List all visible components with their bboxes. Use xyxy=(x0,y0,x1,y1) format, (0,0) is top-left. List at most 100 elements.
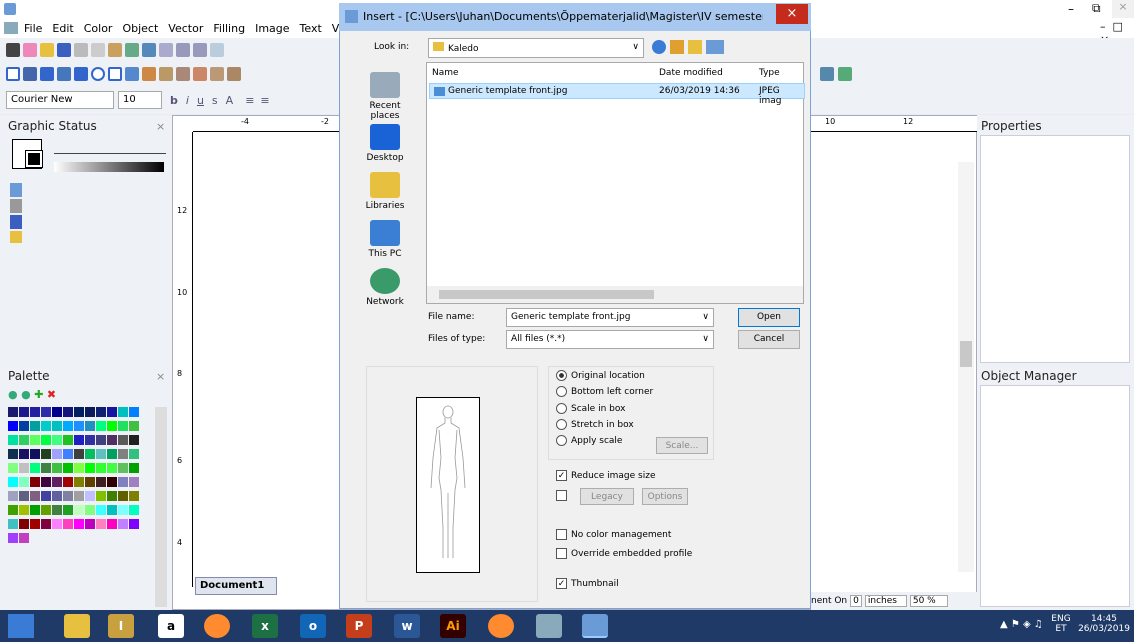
palette-swatch[interactable] xyxy=(129,491,139,501)
menu-edit[interactable]: Edit xyxy=(52,22,73,35)
dialog-close-icon[interactable]: × xyxy=(776,4,808,24)
palette-swatch[interactable] xyxy=(107,491,117,501)
palette-swatch[interactable] xyxy=(74,491,84,501)
palette-swatch[interactable] xyxy=(63,519,73,529)
new-folder-icon[interactable] xyxy=(688,40,702,54)
palette-swatch[interactable] xyxy=(85,435,95,445)
horizontal-scrollbar[interactable] xyxy=(427,286,803,303)
palette-swatch[interactable] xyxy=(85,463,95,473)
restore-icon[interactable]: ⧉ xyxy=(1092,1,1101,16)
palette-swatch[interactable] xyxy=(85,477,95,487)
palette-swatch[interactable] xyxy=(19,407,29,417)
palette-swatch[interactable] xyxy=(8,463,18,473)
cut-icon[interactable] xyxy=(74,43,88,57)
powerpoint-icon[interactable]: P xyxy=(346,614,372,638)
menu-text[interactable]: Text xyxy=(300,22,322,35)
palette-swatch[interactable] xyxy=(30,519,40,529)
palette-swatch[interactable] xyxy=(129,435,139,445)
brush-tool-icon[interactable] xyxy=(176,67,190,81)
palette-swatch[interactable] xyxy=(41,463,51,473)
col-name[interactable]: Name xyxy=(432,68,459,78)
stretch-in-box-radio[interactable]: Stretch in box xyxy=(556,419,634,430)
palette-swatch[interactable] xyxy=(74,449,84,459)
palette-swatch[interactable] xyxy=(129,505,139,515)
status-value[interactable]: 0 xyxy=(850,595,862,607)
palette-swatch[interactable] xyxy=(107,421,117,431)
palette-swatch[interactable] xyxy=(41,491,51,501)
palette-swatch[interactable] xyxy=(63,435,73,445)
palette-swatch[interactable] xyxy=(85,421,95,431)
bottom-left-radio[interactable]: Bottom left corner xyxy=(556,386,653,397)
palette-swatch[interactable] xyxy=(96,435,106,445)
vertical-scrollbar[interactable] xyxy=(958,162,974,572)
palette-swatch[interactable] xyxy=(52,463,62,473)
palette-swatch[interactable] xyxy=(96,519,106,529)
palette-swatch[interactable] xyxy=(30,491,40,501)
image-tool-icon[interactable] xyxy=(820,67,834,81)
palette-swatch[interactable] xyxy=(8,533,18,543)
italic-button[interactable]: i xyxy=(186,94,189,107)
ellipse-tool-icon[interactable] xyxy=(91,67,105,81)
zoom-select[interactable]: 50 % xyxy=(909,595,948,607)
reduce-size-checkbox[interactable]: ✓ Reduce image size xyxy=(556,470,656,481)
palette-swatch[interactable] xyxy=(129,421,139,431)
scale-button[interactable]: Scale... xyxy=(656,437,708,454)
curve-tool-icon[interactable] xyxy=(57,67,71,81)
palette-swatch[interactable] xyxy=(63,407,73,417)
minimize-icon[interactable]: – xyxy=(1068,2,1074,16)
palette-swatch[interactable] xyxy=(96,407,106,417)
palette-swatch[interactable] xyxy=(74,477,84,487)
palette-swatch[interactable] xyxy=(118,435,128,445)
palette-swatch[interactable] xyxy=(8,519,18,529)
override-profile-checkbox[interactable]: Override embedded profile xyxy=(556,548,692,559)
align-center-icon[interactable]: ≡ xyxy=(260,94,269,107)
scroll-thumb[interactable] xyxy=(439,290,654,299)
palette-swatch[interactable] xyxy=(41,449,51,459)
font-size-select[interactable]: 10 xyxy=(118,91,162,109)
close-icon[interactable]: × xyxy=(1112,0,1134,18)
palette-swatch[interactable] xyxy=(63,449,73,459)
language-indicator[interactable]: ENG ET xyxy=(1050,614,1072,634)
palette-swatch[interactable] xyxy=(74,505,84,515)
palette-swatch[interactable] xyxy=(129,463,139,473)
unit-select[interactable]: inches xyxy=(864,595,907,607)
apply-scale-radio[interactable]: Apply scale xyxy=(556,435,622,446)
palette-swatch[interactable] xyxy=(85,491,95,501)
options-button[interactable]: Options xyxy=(642,488,688,505)
palette-swatch[interactable] xyxy=(19,477,29,487)
palette-swatch[interactable] xyxy=(19,505,29,515)
palette-swatch[interactable] xyxy=(107,505,117,515)
legacy-button[interactable]: Legacy xyxy=(580,488,634,505)
palette-swatch[interactable] xyxy=(8,491,18,501)
place-desktop[interactable]: Desktop xyxy=(354,124,416,163)
palette-swatch[interactable] xyxy=(30,421,40,431)
palette-swatch[interactable] xyxy=(52,519,62,529)
palette-swatch[interactable] xyxy=(107,519,117,529)
palette-swatch[interactable] xyxy=(129,477,139,487)
palette-swatch[interactable] xyxy=(96,477,106,487)
place-recent[interactable]: Recent places xyxy=(354,72,416,121)
text-color-icon[interactable]: A xyxy=(226,94,234,107)
palette-swatch[interactable] xyxy=(118,491,128,501)
cancel-button[interactable]: Cancel xyxy=(738,330,800,349)
select-icon[interactable] xyxy=(210,43,224,57)
open-button[interactable]: Open xyxy=(738,308,800,327)
palette-swatch[interactable] xyxy=(19,463,29,473)
palette-swatch[interactable] xyxy=(63,463,73,473)
new-icon[interactable] xyxy=(6,43,20,57)
palette-swatch[interactable] xyxy=(118,505,128,515)
paste-icon[interactable] xyxy=(108,43,122,57)
palette-swatch[interactable] xyxy=(74,463,84,473)
clock[interactable]: 14:45 26/03/2019 xyxy=(1076,614,1132,634)
menu-color[interactable]: Color xyxy=(84,22,113,35)
palette-close-icon[interactable]: × xyxy=(156,370,165,383)
no-color-mgmt-checkbox[interactable]: No color management xyxy=(556,529,671,540)
palette-swatch[interactable] xyxy=(41,505,51,515)
palette-swatch[interactable] xyxy=(118,463,128,473)
look-in-select[interactable]: Kaledo ∨ xyxy=(428,38,644,58)
palette-swatch[interactable] xyxy=(118,449,128,459)
original-location-radio[interactable]: Original location xyxy=(556,370,645,381)
palette-swatch[interactable] xyxy=(41,407,51,417)
menu-file[interactable]: File xyxy=(24,22,42,35)
word-icon[interactable]: w xyxy=(394,614,420,638)
